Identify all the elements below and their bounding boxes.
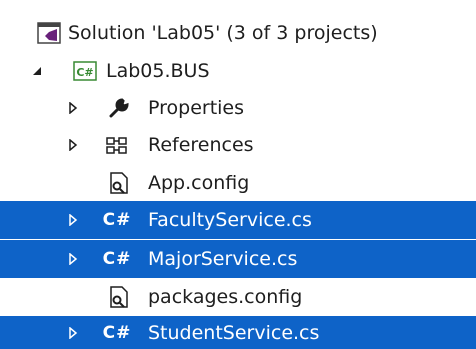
csharp-file-icon: C# [102,210,132,230]
tree-item-label: Properties [148,97,245,119]
tree-item-label: App.config [148,172,250,194]
tree-item-label: FacultyService.cs [148,209,312,231]
expand-arrow-icon[interactable] [66,252,80,266]
tree-item-studentservice-cs[interactable]: C# StudentService.cs [0,316,476,349]
tree-item-label: MajorService.cs [148,248,298,270]
references-icon [104,133,130,157]
tree-item-majorservice-cs[interactable]: C# MajorService.cs [0,240,476,278]
collapse-arrow-icon[interactable] [30,64,44,78]
config-file-icon [106,171,132,195]
tree-item-label: References [148,134,254,156]
tree-item-properties[interactable]: Properties [0,89,476,127]
wrench-icon [106,96,132,120]
project-node-lab05-bus[interactable]: C# Lab05.BUS [0,52,476,90]
tree-item-references[interactable]: References [0,126,476,164]
project-label: Lab05.BUS [106,60,210,82]
expand-arrow-icon[interactable] [66,213,80,227]
expand-arrow-icon[interactable] [66,138,80,152]
tree-item-label: packages.config [148,286,303,308]
solution-icon [36,21,62,45]
solution-label: Solution 'Lab05' (3 of 3 projects) [68,22,378,44]
tree-item-packages-config[interactable]: packages.config [0,278,476,316]
solution-explorer-tree: Solution 'Lab05' (3 of 3 projects) C# La… [0,0,476,349]
csharp-file-icon: C# [102,322,132,343]
svg-text:C#: C# [76,66,93,79]
csharp-project-icon: C# [72,59,98,83]
csharp-file-icon: C# [102,249,132,269]
expand-arrow-icon[interactable] [66,326,80,340]
tree-item-app-config[interactable]: App.config [0,164,476,202]
solution-node[interactable]: Solution 'Lab05' (3 of 3 projects) [0,14,476,52]
config-file-icon [106,285,132,309]
expand-arrow-icon[interactable] [66,101,80,115]
tree-item-facultyservice-cs[interactable]: C# FacultyService.cs [0,201,476,239]
tree-item-label: StudentService.cs [148,321,320,344]
